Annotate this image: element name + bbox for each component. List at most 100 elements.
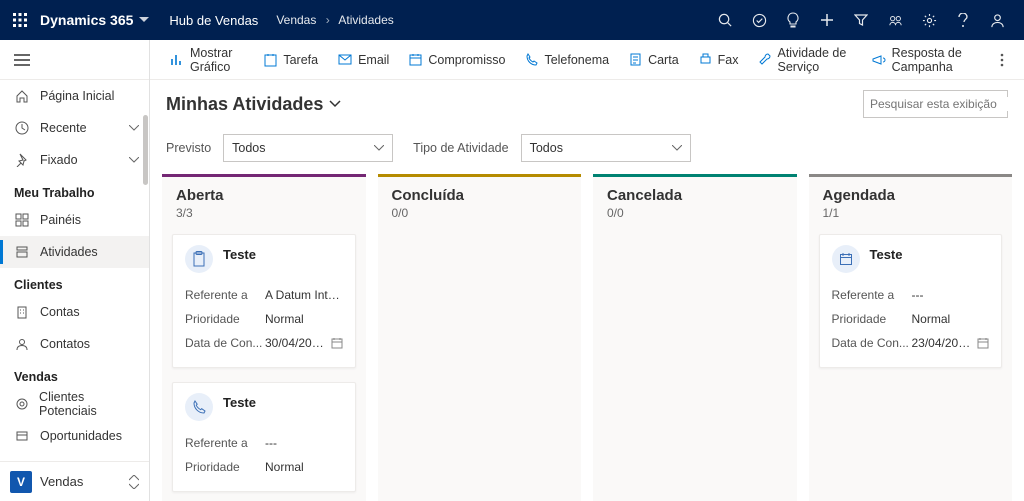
cmd-label: Compromisso (428, 53, 505, 67)
lightbulb-icon[interactable] (776, 0, 810, 40)
kanban-card[interactable]: Teste Referente a--- PrioridadeNormal (172, 382, 356, 492)
sidebar-item-activities[interactable]: Atividades (0, 236, 149, 268)
card-row-due: Data de Con...30/04/2020 (185, 331, 343, 355)
search-box[interactable] (863, 90, 1008, 118)
kanban-column: Cancelada 0/0 (593, 174, 797, 501)
cmd-fax[interactable]: Fax (691, 44, 747, 76)
card-title: Teste (223, 395, 256, 410)
filter-icon[interactable] (844, 0, 878, 40)
sidebar-item-recent[interactable]: Recente (0, 112, 149, 144)
kanban-column: Agendada 1/1 Teste Referente a--- Priori… (809, 174, 1013, 501)
cmd-email[interactable]: Email (330, 44, 397, 76)
search-icon[interactable] (708, 0, 742, 40)
target-icon (14, 396, 29, 412)
filter-type-select[interactable]: Todos (521, 134, 691, 162)
column-title: Aberta (176, 187, 352, 204)
sidebar-item-dashboards[interactable]: Painéis (0, 204, 149, 236)
sidebar-item-leads[interactable]: Clientes Potenciais (0, 388, 149, 420)
calendar-icon (409, 53, 422, 66)
breadcrumb-item[interactable]: Vendas (276, 13, 316, 27)
global-nav: Dynamics 365 Hub de Vendas Vendas › Ativ… (0, 0, 1024, 40)
home-icon (14, 88, 30, 104)
sidebar: Página Inicial Recente Fixado Meu Trabal… (0, 40, 150, 501)
column-title: Concluída (392, 187, 568, 204)
kanban-card[interactable]: Teste Referente aA Datum Integ... Priori… (172, 234, 356, 368)
breadcrumb-item[interactable]: Atividades (338, 13, 393, 27)
page-title[interactable]: Minhas Atividades (166, 94, 323, 115)
assistant-icon[interactable] (878, 0, 912, 40)
card-title: Teste (870, 247, 903, 262)
column-body: Teste Referente a--- PrioridadeNormalDat… (809, 226, 1013, 376)
sidebar-item-opportunities[interactable]: Oportunidades (0, 420, 149, 452)
column-body (378, 226, 582, 242)
fax-icon (699, 53, 712, 66)
card-title: Teste (223, 247, 256, 262)
column-title: Cancelada (607, 187, 783, 204)
calendar-icon[interactable] (331, 337, 343, 349)
sidebar-item-home[interactable]: Página Inicial (0, 80, 149, 112)
column-count: 0/0 (392, 206, 568, 220)
cmd-task[interactable]: Tarefa (256, 44, 326, 76)
cmd-label: Fax (718, 53, 739, 67)
chevron-down-icon (374, 145, 384, 151)
megaphone-icon (872, 54, 886, 66)
area-switcher[interactable]: V Vendas (0, 461, 149, 501)
sidebar-item-label: Oportunidades (40, 429, 122, 443)
cmd-label: Tarefa (283, 53, 318, 67)
pin-icon (14, 152, 30, 168)
app-launcher-icon[interactable] (10, 10, 30, 30)
card-row-priority: PrioridadeNormal (185, 307, 343, 331)
people-icon (14, 460, 30, 461)
sidebar-item-pinned[interactable]: Fixado (0, 144, 149, 176)
more-commands-icon[interactable] (992, 53, 1012, 67)
column-header: Aberta 3/3 (162, 177, 366, 226)
cmd-show-chart[interactable]: Mostrar Gráfico (162, 44, 252, 76)
select-value: Todos (232, 141, 265, 155)
cmd-campaign-response[interactable]: Resposta de Campanha (864, 44, 988, 76)
sidebar-item-competitors[interactable]: Concorrentes (0, 452, 149, 461)
area-badge: V (10, 471, 32, 493)
sidebar-section-customers: Clientes (0, 268, 149, 296)
letter-icon (629, 53, 642, 66)
search-input[interactable] (870, 97, 1024, 111)
cmd-label: Mostrar Gráfico (190, 46, 244, 74)
chevron-down-icon (129, 125, 139, 131)
kanban-card[interactable]: Teste Referente a--- PrioridadeNormalDat… (819, 234, 1003, 368)
sidebar-item-label: Atividades (40, 245, 98, 259)
gear-icon[interactable] (912, 0, 946, 40)
sidebar-item-label: Contatos (40, 337, 90, 351)
cmd-label: Email (358, 53, 389, 67)
cmd-phone[interactable]: Telefonema (517, 44, 617, 76)
activities-icon (14, 244, 30, 260)
card-row-regarding: Referente aA Datum Integ... (185, 283, 343, 307)
calendar-icon[interactable] (977, 337, 989, 349)
cmd-label: Resposta de Campanha (892, 46, 980, 74)
scrollbar[interactable] (143, 115, 148, 185)
help-icon[interactable] (946, 0, 980, 40)
chart-icon (170, 53, 184, 67)
card-row-priority: PrioridadeNormal (832, 307, 990, 331)
sidebar-item-contacts[interactable]: Contatos (0, 328, 149, 360)
plus-icon[interactable] (810, 0, 844, 40)
hub-label[interactable]: Hub de Vendas (169, 13, 258, 28)
chevron-down-icon[interactable] (139, 17, 149, 23)
user-icon[interactable] (980, 0, 1014, 40)
cmd-letter[interactable]: Carta (621, 44, 687, 76)
filter-due-label: Previsto (166, 141, 211, 155)
chevron-down-icon[interactable] (329, 100, 341, 108)
column-count: 0/0 (607, 206, 783, 220)
hamburger-icon[interactable] (14, 54, 30, 66)
brand-label[interactable]: Dynamics 365 (40, 12, 133, 28)
chevron-up-down-icon (129, 475, 139, 489)
chevron-down-icon (672, 145, 682, 151)
card-row-regarding: Referente a--- (832, 283, 990, 307)
building-icon (14, 304, 30, 320)
sidebar-item-accounts[interactable]: Contas (0, 296, 149, 328)
select-value: Todos (530, 141, 563, 155)
filter-due-select[interactable]: Todos (223, 134, 393, 162)
cmd-appointment[interactable]: Compromisso (401, 44, 513, 76)
filter-type-label: Tipo de Atividade (413, 141, 508, 155)
cmd-service-activity[interactable]: Atividade de Serviço (751, 44, 860, 76)
opportunity-icon (14, 428, 30, 444)
task-flow-icon[interactable] (742, 0, 776, 40)
